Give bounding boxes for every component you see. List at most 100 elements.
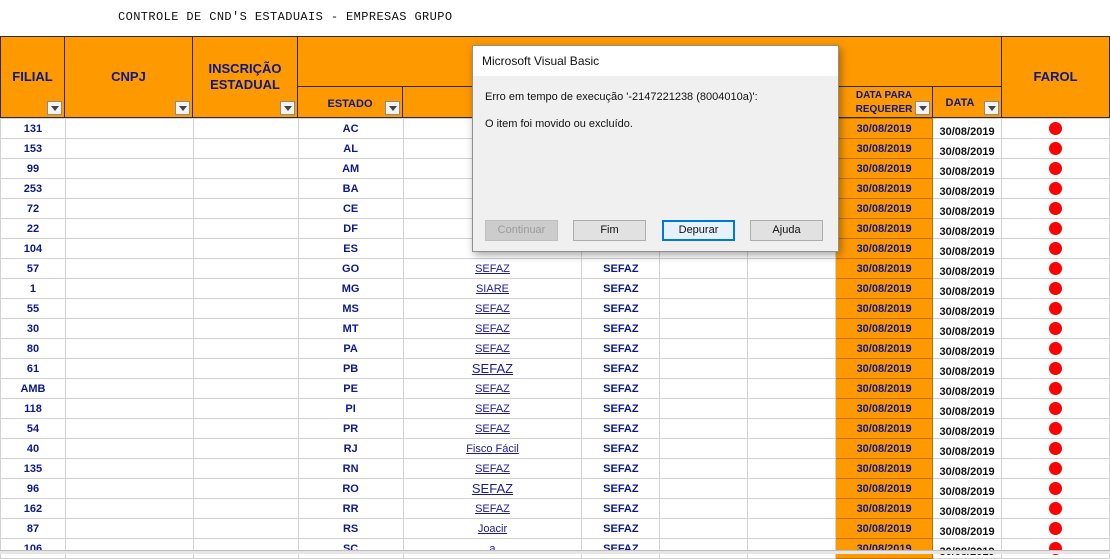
cell-farol[interactable] <box>1001 378 1110 399</box>
cell-data-requerer[interactable]: 30/08/2019 <box>835 338 934 359</box>
cell-farol[interactable] <box>1001 218 1110 239</box>
cell-inscricao[interactable] <box>192 218 299 239</box>
cell-data[interactable]: 30/08/2019 <box>932 138 1003 159</box>
cell-filial[interactable]: AMB <box>0 378 66 399</box>
cell-farol[interactable] <box>1001 518 1110 539</box>
cell-filial[interactable]: 96 <box>0 478 66 499</box>
cell-farol[interactable] <box>1001 498 1110 519</box>
cell-empty-a[interactable] <box>659 498 749 519</box>
cell-empty-b[interactable] <box>747 358 837 379</box>
cell-estado[interactable]: PR <box>297 418 404 439</box>
cell-orgao[interactable]: SEFAZ <box>581 518 661 539</box>
cell-estado[interactable]: AC <box>297 118 404 139</box>
cell-inscricao[interactable] <box>192 418 299 439</box>
cell-hyperlink[interactable]: SEFAZ <box>475 343 510 355</box>
cell-cnpj[interactable] <box>64 318 194 339</box>
cell-farol[interactable] <box>1001 438 1110 459</box>
cell-filial[interactable]: 87 <box>0 518 66 539</box>
cell-estado[interactable]: RN <box>297 458 404 479</box>
cell-data-requerer[interactable]: 30/08/2019 <box>835 118 934 139</box>
cell-empty-a[interactable] <box>659 378 749 399</box>
cell-farol[interactable] <box>1001 278 1110 299</box>
cell-data-requerer[interactable]: 30/08/2019 <box>835 278 934 299</box>
cell-hyperlink[interactable]: SEFAZ <box>472 361 513 376</box>
cell-cnpj[interactable] <box>64 158 194 179</box>
cell-cnpj[interactable] <box>64 238 194 259</box>
cell-empty-b[interactable] <box>747 438 837 459</box>
cell-filial[interactable]: 54 <box>0 418 66 439</box>
cell-data[interactable]: 30/08/2019 <box>932 198 1003 219</box>
cell-farol[interactable] <box>1001 158 1110 179</box>
cell-estado[interactable]: CE <box>297 198 404 219</box>
cell-empty-a[interactable] <box>659 298 749 319</box>
cell-estado[interactable]: ES <box>297 238 404 259</box>
cell-farol[interactable] <box>1001 238 1110 259</box>
cell-farol[interactable] <box>1001 258 1110 279</box>
filter-data-requerer-button[interactable] <box>915 101 930 115</box>
cell-filial[interactable]: 106 <box>0 538 66 559</box>
cell-empty-b[interactable] <box>747 418 837 439</box>
cell-inscricao[interactable] <box>192 338 299 359</box>
cell-data-requerer[interactable]: 30/08/2019 <box>835 498 934 519</box>
cell-filial[interactable]: 153 <box>0 138 66 159</box>
cell-data[interactable]: 30/08/2019 <box>932 238 1003 259</box>
cell-estado[interactable]: RJ <box>297 438 404 459</box>
cell-orgao[interactable]: SEFAZ <box>581 538 661 559</box>
cell-cnpj[interactable] <box>64 358 194 379</box>
cell-inscricao[interactable] <box>192 278 299 299</box>
filter-inscricao-button[interactable] <box>280 101 295 115</box>
cell-hyperlink[interactable]: SEFAZ <box>475 303 510 315</box>
cell-farol[interactable] <box>1001 358 1110 379</box>
cell-inscricao[interactable] <box>192 438 299 459</box>
cell-estado[interactable]: AL <box>297 138 404 159</box>
cell-cnpj[interactable] <box>64 278 194 299</box>
cell-estado[interactable]: MS <box>297 298 404 319</box>
cell-cnpj[interactable] <box>64 378 194 399</box>
cell-empty-a[interactable] <box>659 278 749 299</box>
cell-empty-b[interactable] <box>747 278 837 299</box>
cell-empty-a[interactable] <box>659 338 749 359</box>
horizontal-scrollbar[interactable] <box>0 550 1110 554</box>
cell-filial[interactable]: 72 <box>0 198 66 219</box>
cell-filial[interactable]: 162 <box>0 498 66 519</box>
cell-filial[interactable]: 131 <box>0 118 66 139</box>
cell-empty-a[interactable] <box>659 358 749 379</box>
cell-cnpj[interactable] <box>64 518 194 539</box>
cell-filial[interactable]: 104 <box>0 238 66 259</box>
cell-estado[interactable]: PE <box>297 378 404 399</box>
cell-data[interactable]: 30/08/2019 <box>932 298 1003 319</box>
cell-hyperlink[interactable]: SIARE <box>476 283 509 295</box>
cell-data[interactable]: 30/08/2019 <box>932 218 1003 239</box>
cell-inscricao[interactable] <box>192 158 299 179</box>
cell-hyperlink[interactable]: SEFAZ <box>475 423 510 435</box>
cell-cnpj[interactable] <box>64 398 194 419</box>
cell-estado[interactable]: MG <box>297 278 404 299</box>
cell-hyperlink[interactable]: SEFAZ <box>475 383 510 395</box>
cell-estado[interactable]: SC <box>297 538 404 559</box>
cell-farol[interactable] <box>1001 298 1110 319</box>
cell-link[interactable]: SEFAZ <box>402 338 583 359</box>
cell-filial[interactable]: 40 <box>0 438 66 459</box>
cell-data-requerer[interactable]: 30/08/2019 <box>835 198 934 219</box>
cell-data[interactable]: 30/08/2019 <box>932 418 1003 439</box>
cell-inscricao[interactable] <box>192 118 299 139</box>
cell-orgao[interactable]: SEFAZ <box>581 498 661 519</box>
cell-data-requerer[interactable]: 30/08/2019 <box>835 458 934 479</box>
cell-farol[interactable] <box>1001 338 1110 359</box>
cell-estado[interactable]: RO <box>297 478 404 499</box>
cell-data-requerer[interactable]: 30/08/2019 <box>835 358 934 379</box>
cell-orgao[interactable]: SEFAZ <box>581 378 661 399</box>
depurar-button[interactable]: Depurar <box>662 220 735 241</box>
cell-estado[interactable]: PB <box>297 358 404 379</box>
cell-farol[interactable] <box>1001 398 1110 419</box>
cell-estado[interactable]: RR <box>297 498 404 519</box>
cell-link[interactable]: SEFAZ <box>402 378 583 399</box>
cell-inscricao[interactable] <box>192 298 299 319</box>
cell-data[interactable]: 30/08/2019 <box>932 118 1003 139</box>
cell-orgao[interactable]: SEFAZ <box>581 318 661 339</box>
cell-data[interactable]: 30/08/2019 <box>932 458 1003 479</box>
cell-link[interactable]: SEFAZ <box>402 258 583 279</box>
cell-hyperlink[interactable]: SEFAZ <box>472 481 513 496</box>
cell-farol[interactable] <box>1001 538 1110 559</box>
cell-empty-b[interactable] <box>747 478 837 499</box>
